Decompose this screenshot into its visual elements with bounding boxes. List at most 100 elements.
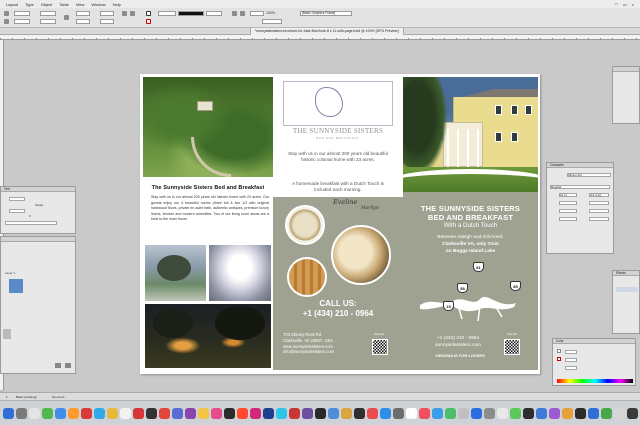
flip-icon[interactable]: [130, 11, 135, 16]
color-value-field[interactable]: [565, 358, 577, 362]
dock-app-icon[interactable]: [380, 407, 391, 419]
dock-app-icon[interactable]: [133, 407, 144, 419]
opacity-field[interactable]: [250, 11, 264, 16]
rotate-field[interactable]: [100, 11, 114, 16]
menu-type[interactable]: Type: [25, 2, 34, 7]
shear-field[interactable]: [100, 19, 114, 24]
fill-swatch-icon[interactable]: [146, 11, 151, 16]
page-thumbnail[interactable]: [3, 329, 11, 339]
panel2-breakfast-text[interactable]: A homemade breakfast with a Dutch Touch …: [283, 181, 393, 194]
dock-app-icon[interactable]: [562, 407, 573, 419]
fill-color-field[interactable]: [158, 11, 176, 16]
trash-icon[interactable]: [65, 363, 71, 368]
brochure-panel-3[interactable]: THE SUNNYSIDE SISTERS BED AND BREAKFAST …: [403, 77, 538, 370]
effects-row[interactable]: [616, 287, 638, 292]
kerning-field[interactable]: [559, 201, 577, 205]
cover-website[interactable]: sunnysidesisters.com: [413, 343, 503, 348]
fx-icon[interactable]: [232, 11, 237, 16]
document-tab[interactable]: *sunnysidesisters-brochure-for-Inde-Broc…: [250, 28, 404, 35]
dock-app-icon[interactable]: [302, 407, 313, 419]
object-style-select[interactable]: [Basic Graphics Frame]: [300, 11, 352, 16]
dock-app-icon[interactable]: [68, 407, 79, 419]
dock-app-icon[interactable]: [16, 407, 27, 419]
phone-number[interactable]: +1 (434) 210 - 0964: [273, 309, 403, 318]
grid-icon[interactable]: [4, 11, 9, 16]
brochure-panel-2[interactable]: THE SUNNYSIDE SISTERS BED AND BREAKFAST …: [273, 77, 403, 370]
scale-x-field[interactable]: [76, 11, 90, 16]
dock-app-icon[interactable]: [55, 407, 66, 419]
slider-field[interactable]: [5, 221, 57, 225]
flip-icon[interactable]: [122, 11, 127, 16]
links-panel-header[interactable]: [613, 67, 639, 72]
dock-app-icon[interactable]: [406, 407, 417, 419]
dock-app-icon[interactable]: [81, 407, 92, 419]
dock-app-icon[interactable]: [614, 407, 625, 419]
shadow-icon[interactable]: [240, 11, 245, 16]
corner-field[interactable]: [262, 19, 282, 24]
y-field[interactable]: [14, 19, 30, 24]
dock-app-icon[interactable]: [198, 407, 209, 419]
fill-swatch-icon[interactable]: [557, 349, 561, 353]
wifi-icon[interactable]: ◠: [614, 2, 618, 7]
search-icon[interactable]: ⌕: [632, 2, 634, 7]
dock-app-icon[interactable]: [536, 407, 547, 419]
lake-map-icon[interactable]: [418, 277, 518, 327]
dock-app-icon[interactable]: [146, 407, 157, 419]
address-email[interactable]: info@sunnysidesisters.com: [283, 349, 363, 355]
cover-title-line2[interactable]: BED AND BREAKFAST: [403, 213, 538, 222]
page-thumbnail[interactable]: [9, 279, 23, 293]
color-spectrum[interactable]: [557, 379, 633, 383]
menu-table[interactable]: Table: [59, 2, 69, 7]
dock-app-icon[interactable]: [575, 407, 586, 419]
h-field[interactable]: [40, 19, 56, 24]
dock-app-icon[interactable]: [510, 407, 521, 419]
color-panel-title[interactable]: Color: [553, 339, 635, 344]
font-size-field[interactable]: 12 pt: [559, 193, 577, 197]
dock-app-icon[interactable]: [341, 407, 352, 419]
font-family-select[interactable]: Minion Pro: [567, 173, 611, 177]
dock-app-icon[interactable]: [354, 407, 365, 419]
brochure-panel-1[interactable]: The Sunnyside Sisters Bed and Breakfast …: [143, 77, 273, 370]
leading-field[interactable]: (14.4 pt): [589, 193, 609, 197]
stroke-swatch-icon[interactable]: [146, 19, 151, 24]
color-value-field[interactable]: [565, 366, 577, 370]
panel-tab[interactable]: Text: [1, 187, 75, 192]
character-panel-title[interactable]: Character: [547, 163, 613, 168]
dock-app-icon[interactable]: [237, 407, 248, 419]
stroke-swatch-icon[interactable]: [557, 357, 561, 361]
pages-panel-header[interactable]: [1, 237, 75, 242]
dock-app-icon[interactable]: [445, 407, 456, 419]
qr-code-icon[interactable]: [504, 339, 520, 355]
new-page-icon[interactable]: [55, 363, 61, 368]
panel2-intro-text[interactable]: Stay with us in our almost 200 years old…: [283, 151, 393, 164]
qr-code-icon[interactable]: [372, 339, 388, 355]
dock-app-icon[interactable]: [601, 407, 612, 419]
dock-app-icon[interactable]: [393, 407, 404, 419]
dock-app-icon[interactable]: [3, 407, 14, 419]
dock-app-icon[interactable]: [523, 407, 534, 419]
link-icon[interactable]: [64, 15, 69, 20]
x-field[interactable]: [14, 11, 30, 16]
dock-app-icon[interactable]: [315, 407, 326, 419]
dock-app-icon[interactable]: [627, 407, 638, 419]
menu-window[interactable]: Window: [91, 2, 105, 7]
dock-app-icon[interactable]: [29, 407, 40, 419]
dock-app-icon[interactable]: [419, 407, 430, 419]
dock-app-icon[interactable]: [172, 407, 183, 419]
cover-title-line1[interactable]: THE SUNNYSIDE SISTERS: [403, 204, 538, 213]
stroke-weight-field[interactable]: [206, 11, 222, 16]
dock-app-icon[interactable]: [94, 407, 105, 419]
night-garden-photo[interactable]: [145, 304, 271, 368]
panel1-title[interactable]: The Sunnyside Sisters Bed and Breakfast: [143, 185, 273, 191]
stroke-style-field[interactable]: [178, 11, 204, 16]
dock-app-icon[interactable]: [588, 407, 599, 419]
dock-app-icon[interactable]: [211, 407, 222, 419]
dock-app-icon[interactable]: [250, 407, 261, 419]
dock-app-icon[interactable]: [549, 407, 560, 419]
dock-app-icon[interactable]: [263, 407, 274, 419]
tracking-field[interactable]: [589, 201, 609, 205]
dock-app-icon[interactable]: [328, 407, 339, 419]
menu-object[interactable]: Object: [41, 2, 53, 7]
battery-icon[interactable]: ▭: [623, 2, 627, 7]
menu-help[interactable]: Help: [113, 2, 121, 7]
